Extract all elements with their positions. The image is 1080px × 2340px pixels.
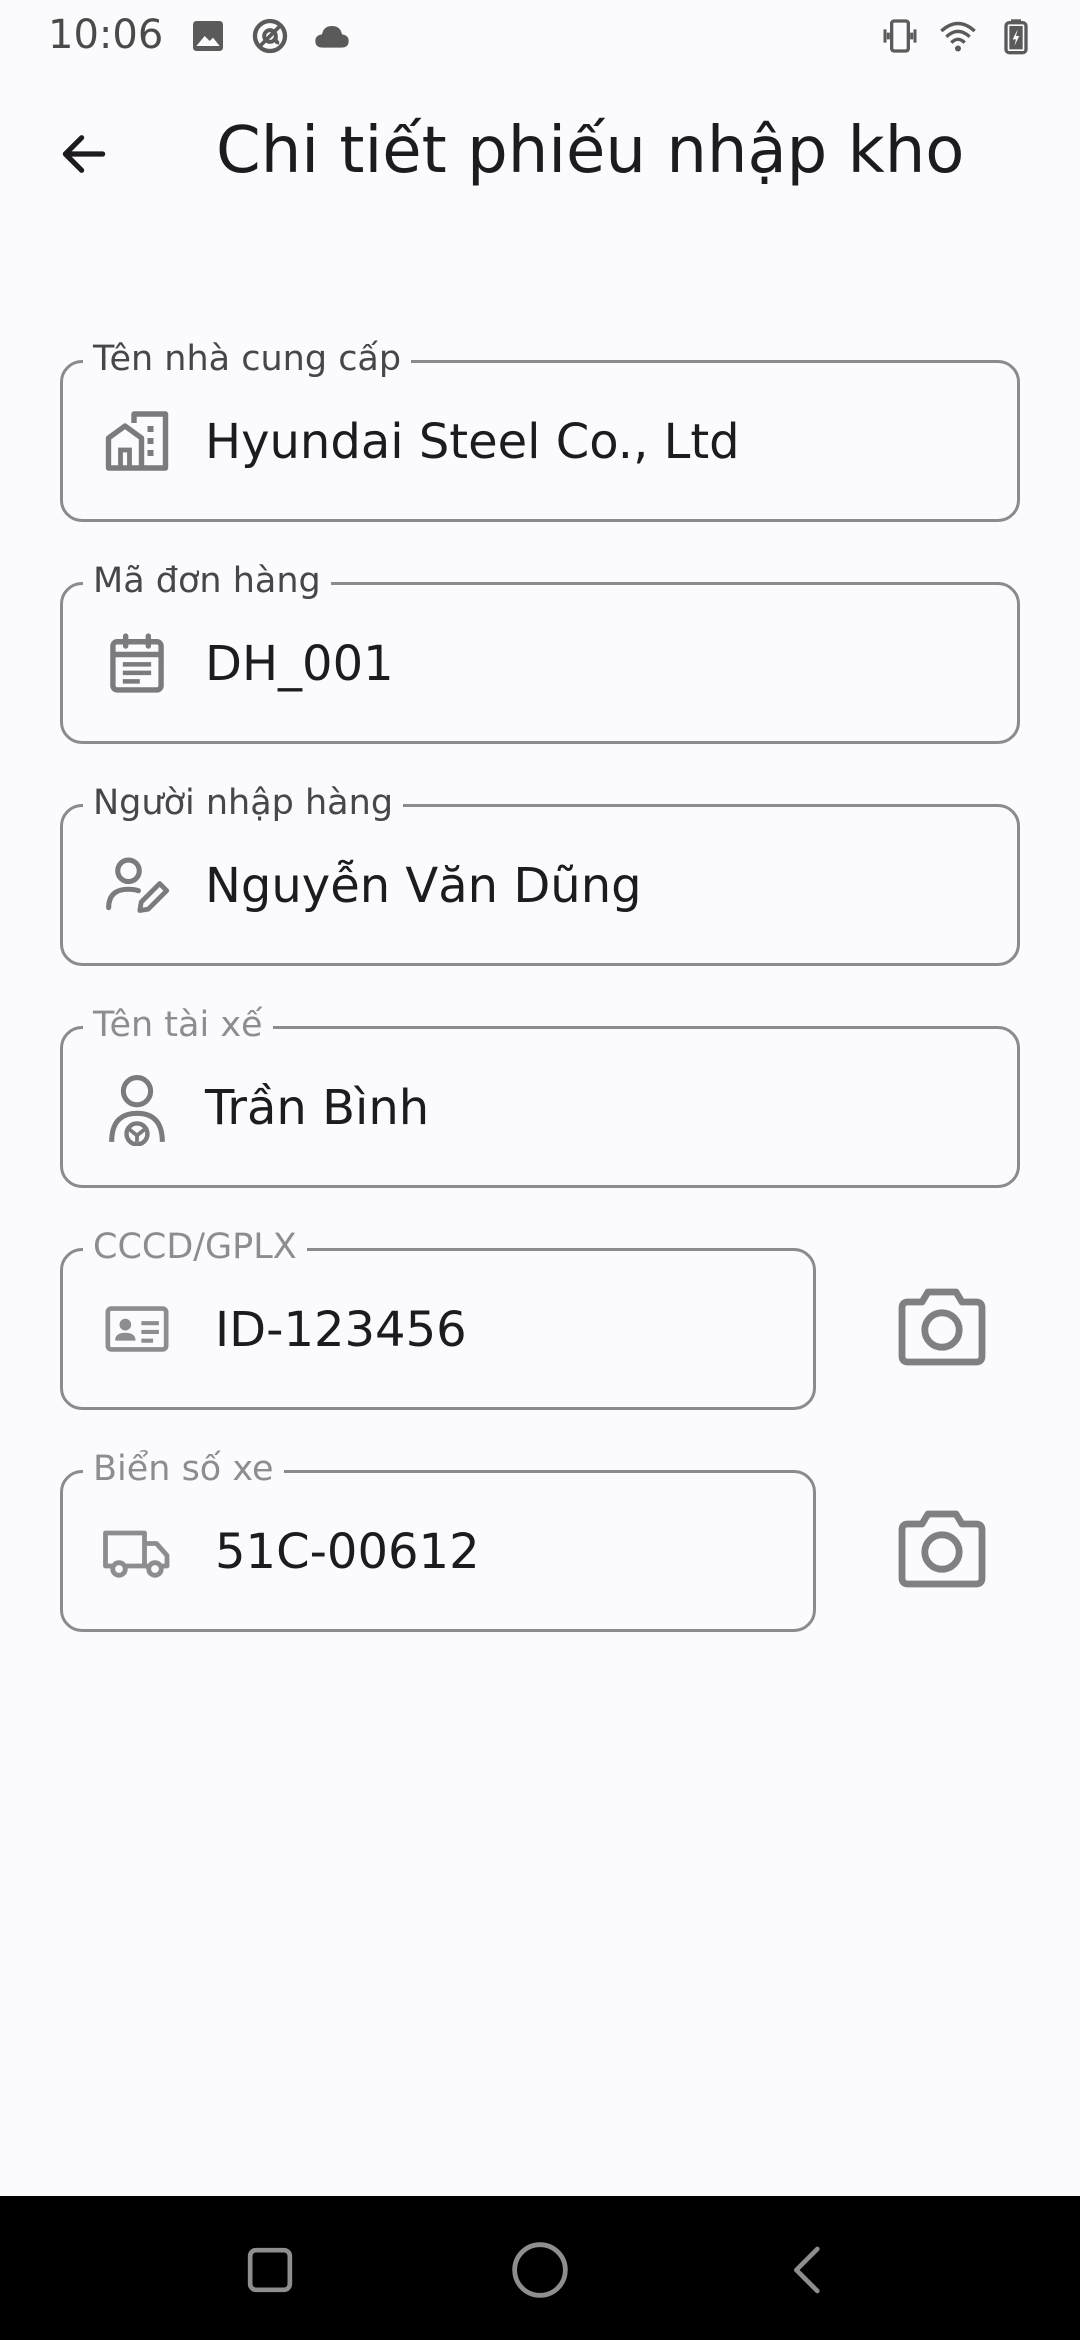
camera-icon (898, 1288, 986, 1366)
status-bar: 10:06 (0, 0, 1080, 72)
home-circle-icon (512, 2242, 568, 2298)
plate-label: Biển số xe (83, 1447, 284, 1491)
image-icon (193, 21, 223, 51)
wifi-icon (940, 21, 976, 52)
system-nav-bar (0, 2196, 1080, 2340)
screen: 10:06 Chi tiết phiếu nhập kho Tên nhà cu… (0, 0, 1080, 2340)
page-title: Chi tiết phiếu nhập kho (216, 114, 965, 188)
plate-value: 51C-00612 (215, 1524, 480, 1580)
plate-field[interactable]: Biển số xe 51C-00612 (60, 1447, 816, 1632)
id-card-value: ID-123456 (215, 1302, 467, 1358)
back-chevron-icon (794, 2246, 820, 2294)
supplier-field[interactable]: Tên nhà cung cấp Hyundai Steel Co., Ltd (60, 337, 1020, 522)
order-code-value: DH_001 (205, 636, 394, 692)
driver-value: Trần Bình (205, 1080, 430, 1136)
id-card-field[interactable]: CCCD/GPLX ID-123456 (60, 1225, 816, 1410)
cloud-icon (315, 26, 349, 48)
calendar-icon (99, 625, 175, 701)
vibrate-icon (883, 19, 917, 53)
supplier-value: Hyundai Steel Co., Ltd (205, 414, 740, 470)
truck-icon (99, 1513, 175, 1589)
building-icon (99, 403, 175, 479)
recents-button[interactable] (238, 2238, 302, 2302)
app-bar: Chi tiết phiếu nhập kho (0, 100, 1080, 210)
receiver-label: Người nhập hàng (83, 781, 404, 825)
driver-label: Tên tài xế (83, 1003, 273, 1047)
supplier-label: Tên nhà cung cấp (83, 337, 412, 381)
home-button[interactable] (508, 2238, 572, 2302)
camera-icon (898, 1510, 986, 1588)
back-button[interactable] (52, 122, 116, 186)
system-back-button[interactable] (776, 2238, 840, 2302)
receiver-value: Nguyễn Văn Dũng (205, 858, 642, 914)
id-card-label: CCCD/GPLX (83, 1225, 307, 1269)
plate-camera-button[interactable] (890, 1500, 994, 1596)
person-edit-icon (99, 847, 175, 923)
order-code-label: Mã đơn hàng (83, 559, 331, 603)
receiver-field[interactable]: Người nhập hàng Nguyễn Văn Dũng (60, 781, 1020, 966)
arrow-back-icon (62, 135, 106, 173)
id-card-icon (99, 1291, 175, 1367)
battery-charging-icon (1004, 19, 1028, 55)
order-code-field[interactable]: Mã đơn hàng DH_001 (60, 559, 1020, 744)
driver-icon (99, 1069, 175, 1146)
status-time: 10:06 (48, 12, 164, 58)
id-card-camera-button[interactable] (890, 1278, 994, 1374)
status-right-icons (880, 16, 1036, 56)
status-left-icons (188, 16, 352, 56)
recents-square-icon (247, 2247, 293, 2293)
driver-field[interactable]: Tên tài xế Trần Bình (60, 1003, 1020, 1188)
at-sign-icon (252, 18, 288, 54)
